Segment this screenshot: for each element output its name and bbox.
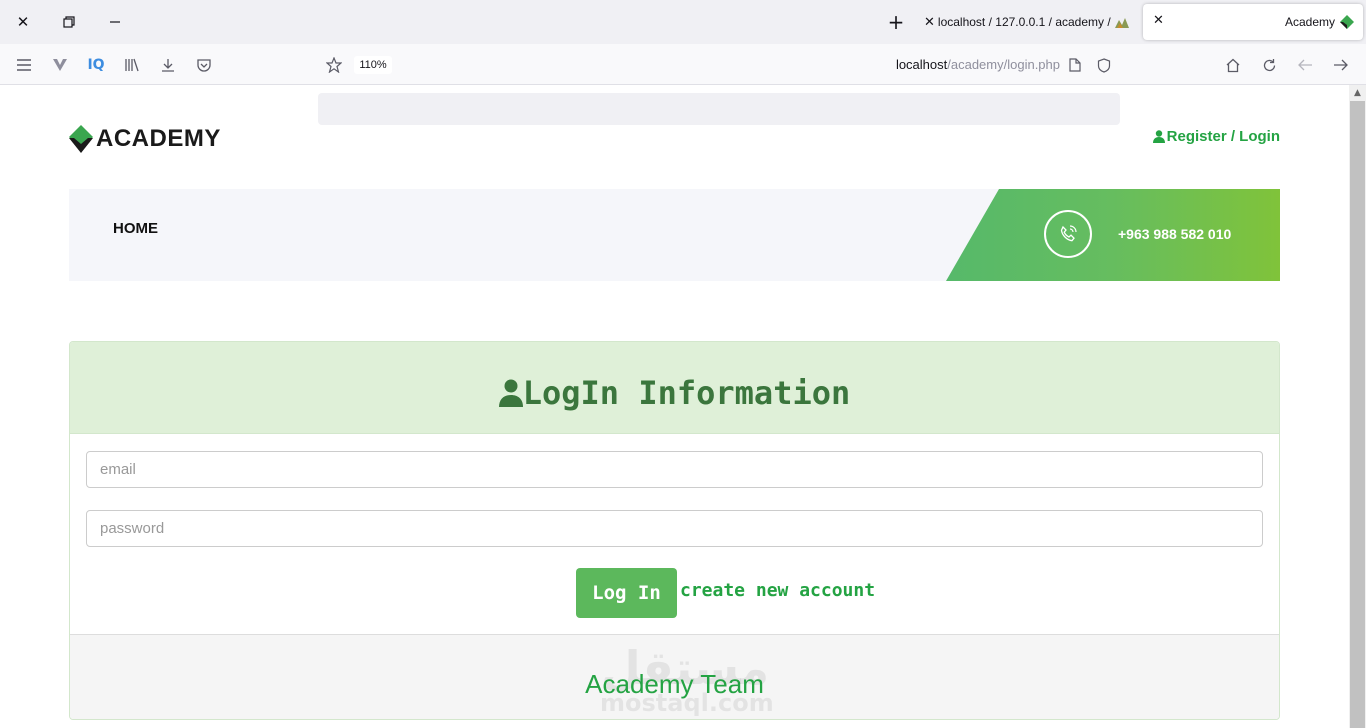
logo-diamond-icon bbox=[69, 125, 93, 153]
phone-number: +963 988 582 010 bbox=[1118, 226, 1232, 242]
scrollbar-thumb[interactable] bbox=[1350, 101, 1365, 728]
url-bar[interactable] bbox=[318, 93, 1120, 125]
tab-academy[interactable]: ✕ Academy bbox=[1143, 4, 1363, 40]
new-tab-button[interactable]: + bbox=[882, 8, 910, 36]
download-icon[interactable] bbox=[156, 53, 180, 77]
iq-icon[interactable]: IQ bbox=[84, 53, 108, 77]
login-title-text: LogIn Information bbox=[522, 374, 851, 412]
user-icon bbox=[1152, 130, 1165, 143]
login-panel: LogIn Information Log In create new acco… bbox=[69, 341, 1280, 720]
window-close-icon[interactable]: ✕ bbox=[8, 8, 38, 36]
extension-icon[interactable] bbox=[48, 53, 72, 77]
window-minimize-icon[interactable] bbox=[100, 8, 130, 36]
tab-close-icon[interactable]: ✕ bbox=[1153, 13, 1164, 28]
login-panel-footer: مستقل mostaql.com Academy Team bbox=[70, 634, 1279, 719]
user-icon bbox=[498, 379, 523, 407]
url-path: /academy/login.php bbox=[947, 57, 1060, 72]
back-icon[interactable] bbox=[1293, 53, 1317, 77]
footer-team-text: Academy Team bbox=[585, 669, 764, 699]
register-login-label: Register / Login bbox=[1166, 128, 1280, 145]
forward-icon[interactable] bbox=[1329, 53, 1353, 77]
pocket-icon[interactable] bbox=[192, 53, 216, 77]
window-restore-icon[interactable] bbox=[54, 8, 84, 36]
zoom-level-badge[interactable]: 110% bbox=[354, 56, 392, 74]
home-icon[interactable] bbox=[1221, 53, 1245, 77]
login-button[interactable]: Log In bbox=[576, 568, 677, 618]
scroll-up-arrow-icon[interactable]: ▲ bbox=[1349, 85, 1366, 101]
tab-label: localhost / 127.0.0.1 / academy / bbox=[937, 15, 1111, 29]
menu-icon[interactable] bbox=[12, 53, 36, 77]
nav-item-home[interactable]: HOME bbox=[113, 220, 158, 237]
email-input[interactable] bbox=[86, 451, 1263, 488]
password-input[interactable] bbox=[86, 510, 1263, 547]
tab-close-icon[interactable]: ✕ bbox=[924, 15, 935, 30]
login-panel-title: LogIn Information bbox=[70, 374, 1279, 412]
create-account-link[interactable]: create new account bbox=[680, 580, 875, 601]
reload-icon[interactable] bbox=[1257, 53, 1281, 77]
bookmark-star-icon[interactable] bbox=[322, 53, 346, 77]
register-login-link[interactable]: Register / Login bbox=[1150, 128, 1280, 145]
tab-phpmyadmin[interactable]: ✕ localhost / 127.0.0.1 / academy / bbox=[924, 6, 1138, 38]
logo-text: ACADEMY bbox=[96, 125, 221, 152]
url-text[interactable]: localhost/academy/login.php bbox=[872, 57, 1060, 72]
site-logo[interactable]: ACADEMY bbox=[68, 122, 248, 156]
tab-label: Academy bbox=[1285, 15, 1336, 29]
url-host: localhost bbox=[895, 57, 948, 72]
browser-tab-bar: ✕ + ✕ localhost / 127.0.0.1 / academy / … bbox=[0, 0, 1366, 44]
shield-icon[interactable] bbox=[1092, 53, 1116, 77]
phpmyadmin-favicon-icon bbox=[1115, 18, 1129, 28]
academy-favicon-icon bbox=[1340, 15, 1354, 29]
browser-toolbar: IQ bbox=[0, 44, 1366, 125]
phone-icon bbox=[1044, 210, 1092, 258]
page-icon[interactable] bbox=[1063, 53, 1087, 77]
library-icon[interactable] bbox=[120, 53, 144, 77]
